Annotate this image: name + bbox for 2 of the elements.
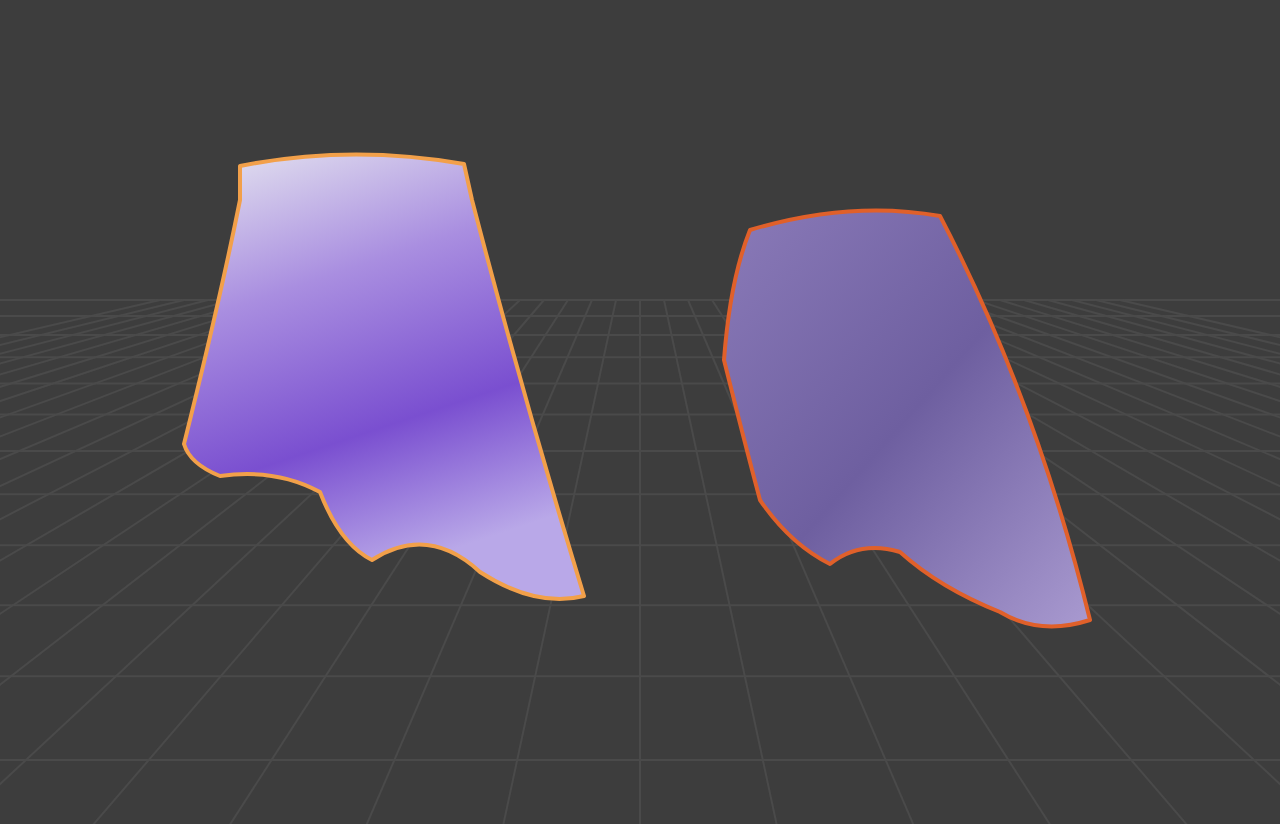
skirt-drawing[interactable] — [182, 152, 586, 601]
skirt-drawing[interactable] — [722, 208, 1092, 629]
